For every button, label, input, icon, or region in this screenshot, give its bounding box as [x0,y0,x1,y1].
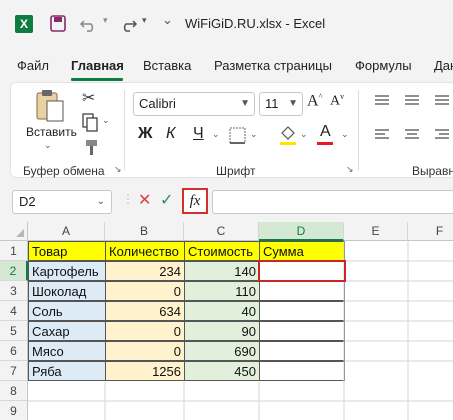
font-color-swatch [317,142,333,145]
underline-button[interactable]: Ч [193,125,204,143]
ribbon-tabs: Файл Главная Вставка Разметка страницы Ф… [0,50,453,82]
formula-input[interactable] [212,190,453,214]
chevron-down-icon[interactable]: ⌄ [212,130,220,140]
tab-page-layout[interactable]: Разметка страницы [214,58,332,73]
bold-button[interactable]: Ж [138,125,152,143]
row-header-2[interactable]: 2 [0,261,28,281]
font-size-value: 11 [265,96,279,111]
scissors-icon[interactable]: ✂ [82,88,95,107]
window-title: WiFiGiD.RU.xlsx - Excel [185,16,326,31]
formula-bar-grip-icon: ⋮ [122,192,134,206]
shrink-font-button[interactable]: Av [330,92,344,110]
column-header-c[interactable]: C [184,222,259,241]
clipboard-group-label: Буфер обмена [23,164,105,178]
chevron-down-icon[interactable]: ⌄ [341,130,349,140]
row-header-1[interactable]: 1 [0,241,28,261]
chevron-down-icon: ⌄ [96,196,105,207]
brush-icon[interactable] [82,138,102,158]
name-box-value: D2 [19,194,36,209]
chevron-down-icon: ▼ [288,98,298,109]
chevron-down-icon[interactable]: ⌄ [250,130,258,140]
ribbon-divider [124,90,125,170]
select-all-button[interactable] [0,222,28,241]
column-header-f[interactable]: F [408,222,453,241]
active-cell-selection[interactable] [258,260,346,282]
tab-formulas[interactable]: Формулы [355,58,412,73]
tab-insert[interactable]: Вставка [143,58,191,73]
font-name-value: Calibri [139,96,176,111]
paint-bucket-icon[interactable] [278,124,298,146]
row-header-4[interactable]: 4 [0,301,28,321]
undo-icon[interactable] [78,13,100,35]
dialog-launcher-icon[interactable]: ↘ [346,165,354,175]
insert-function-button[interactable]: fx [182,188,208,214]
alignment-group-label: Выравн [412,164,453,178]
alignment-icons [375,95,449,139]
font-color-button[interactable]: A [320,123,331,141]
close-icon[interactable]: ✕ [138,190,151,209]
paste-icon[interactable] [34,88,66,124]
active-tab-indicator [71,78,123,81]
row-header-5[interactable]: 5 [0,321,28,341]
tab-data[interactable]: Дан [434,58,453,73]
italic-button[interactable]: К [166,125,175,143]
customize-quick-access-icon[interactable]: ⌄ [162,13,173,35]
row-header-3[interactable]: 3 [0,281,28,301]
borders-icon[interactable] [228,126,248,146]
check-icon[interactable]: ✓ [160,190,173,209]
row-header-8[interactable]: 8 [0,381,28,401]
column-header-e[interactable]: E [344,222,408,241]
name-box[interactable]: D2 ⌄ [12,190,112,214]
column-header-d[interactable]: D [259,222,344,241]
font-size-select[interactable]: 11 ▼ [259,92,303,116]
chevron-down-icon[interactable]: ▾ [142,16,147,38]
paste-button[interactable]: Вставить [26,125,77,139]
chevron-down-icon[interactable]: ⌄ [44,141,52,151]
excel-icon: X [15,15,33,33]
chevron-down-icon[interactable]: ▾ [103,16,108,38]
chevron-down-icon[interactable]: ⌄ [300,130,308,140]
copy-icon[interactable] [80,112,102,134]
column-header-b[interactable]: B [105,222,184,241]
title-bar: X ▾ ▾ ⌄ WiFiGiD.RU.xlsx - Excel [0,0,453,50]
empty-grid-lines [28,241,453,420]
font-name-select[interactable]: Calibri ▼ [133,92,255,116]
save-icon[interactable] [48,13,68,35]
font-group-label: Шрифт [216,164,256,178]
row-header-9[interactable]: 9 [0,401,28,420]
column-header-a[interactable]: A [28,222,105,241]
dialog-launcher-icon[interactable]: ↘ [114,165,122,175]
chevron-down-icon: ▼ [240,98,250,109]
tab-home[interactable]: Главная [71,58,124,73]
ribbon-divider [358,90,359,170]
redo-icon[interactable] [117,13,139,35]
row-header-6[interactable]: 6 [0,341,28,361]
row-header-7[interactable]: 7 [0,361,28,381]
tab-file[interactable]: Файл [17,58,49,73]
chevron-down-icon[interactable]: ⌄ [102,116,110,126]
grow-font-button[interactable]: A^ [307,92,322,110]
